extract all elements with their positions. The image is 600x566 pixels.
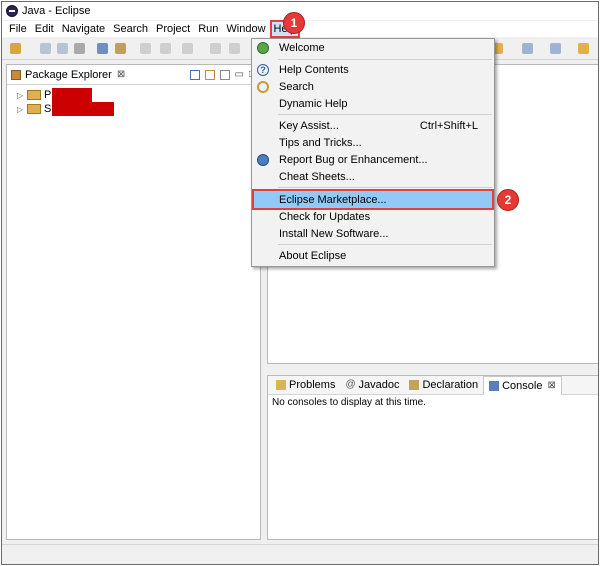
project-folder-icon <box>27 104 41 114</box>
close-icon[interactable]: ⊠ <box>547 380 555 391</box>
skip-icon[interactable] <box>210 43 221 54</box>
menu-project[interactable]: Project <box>152 22 194 36</box>
tab-declaration[interactable]: Declaration <box>404 376 483 395</box>
menu-separator <box>278 114 492 115</box>
package-explorer-panel: Package Explorer ⊠ ▭ □ ▷ P ▷ S <box>6 64 261 540</box>
close-icon[interactable]: ⊠ <box>117 69 125 80</box>
print-icon[interactable] <box>74 43 85 54</box>
tab-problems-label: Problems <box>289 379 336 391</box>
menu-item-tips-and-tricks[interactable]: Tips and Tricks... <box>252 134 494 151</box>
tab-console[interactable]: Console ⊠ <box>483 375 562 395</box>
menu-search[interactable]: Search <box>109 22 152 36</box>
menu-file[interactable]: File <box>5 22 31 36</box>
help-dropdown-menu: Welcome ? Help Contents Search Dynamic H… <box>251 38 495 267</box>
back-icon[interactable] <box>578 43 589 54</box>
refactor-icon[interactable] <box>97 43 108 54</box>
link-with-editor-icon[interactable] <box>204 69 215 80</box>
minimize-icon[interactable]: ▭ <box>235 69 244 80</box>
menu-separator <box>278 244 492 245</box>
package-explorer-actions: ▭ □ <box>189 69 261 80</box>
nav-icon[interactable] <box>182 43 193 54</box>
eclipse-logo-icon <box>6 5 18 17</box>
tree-item[interactable]: ▷ P <box>17 88 260 102</box>
expand-arrow-icon[interactable]: ▷ <box>17 91 27 100</box>
menu-item-help-contents[interactable]: ? Help Contents <box>252 61 494 78</box>
globe-icon <box>257 41 269 54</box>
menu-run[interactable]: Run <box>194 22 222 36</box>
project-tree: ▷ P ▷ S <box>7 85 260 116</box>
tab-javadoc-label: Javadoc <box>358 379 400 391</box>
window-title: Java - Eclipse <box>22 5 91 17</box>
project-label: P <box>44 89 52 101</box>
javadoc-at-icon: @ <box>345 379 356 390</box>
menu-separator <box>278 59 492 60</box>
undo-icon[interactable] <box>140 43 151 54</box>
view-menu-icon[interactable] <box>219 69 230 80</box>
console-panel: Problems @ Javadoc Declaration Console ⊠… <box>267 375 598 540</box>
menu-item-dynamic-help[interactable]: Dynamic Help <box>252 95 494 112</box>
status-bar <box>2 544 598 564</box>
tab-package-explorer[interactable]: Package Explorer ⊠ <box>11 69 125 81</box>
redo-icon[interactable] <box>160 43 171 54</box>
step-2-callout: 2 <box>497 189 519 211</box>
menu-item-cheat-sheets[interactable]: Cheat Sheets... <box>252 168 494 185</box>
declaration-icon <box>409 380 420 390</box>
menu-window[interactable]: Window <box>222 22 269 36</box>
menu-item-check-for-updates[interactable]: Check for Updates <box>252 208 494 225</box>
package-explorer-tabbar: Package Explorer ⊠ ▭ □ <box>7 65 260 85</box>
console-tabbar: Problems @ Javadoc Declaration Console ⊠ <box>268 375 598 395</box>
build-icon[interactable] <box>115 43 126 54</box>
menu-item-welcome[interactable]: Welcome <box>252 39 494 56</box>
project-folder-icon <box>27 90 41 100</box>
step-1-callout: 1 <box>283 12 305 34</box>
collapse-all-icon[interactable] <box>189 69 200 80</box>
search-icon <box>257 80 269 93</box>
menu-navigate[interactable]: Navigate <box>58 22 109 36</box>
save-icon[interactable] <box>40 43 51 54</box>
tab-javadoc[interactable]: @ Javadoc <box>340 376 404 395</box>
eclipse-window: Java - Eclipse File Edit Navigate Search… <box>1 1 599 565</box>
menu-item-search[interactable]: Search <box>252 78 494 95</box>
tab-problems[interactable]: Problems <box>271 376 340 395</box>
menu-separator <box>278 187 492 188</box>
tab-declaration-label: Declaration <box>422 379 479 391</box>
key-assist-shortcut: Ctrl+Shift+L <box>419 119 478 132</box>
console-message: No consoles to display at this time. <box>272 397 426 408</box>
package-explorer-label: Package Explorer <box>25 68 112 81</box>
package-icon <box>11 69 21 80</box>
menu-item-install-new-software[interactable]: Install New Software... <box>252 225 494 242</box>
new-icon[interactable] <box>10 43 21 54</box>
project-label: S <box>44 103 52 115</box>
bug-icon <box>257 153 269 166</box>
next-annotation-icon[interactable] <box>550 43 561 54</box>
question-icon: ? <box>257 63 269 76</box>
pause-icon[interactable] <box>229 43 240 54</box>
save-all-icon[interactable] <box>57 43 68 54</box>
menu-item-eclipse-marketplace[interactable]: Eclipse Marketplace... <box>252 189 494 210</box>
expand-arrow-icon[interactable]: ▷ <box>17 105 27 114</box>
tree-item[interactable]: ▷ S <box>17 102 260 116</box>
menu-item-report-bug[interactable]: Report Bug or Enhancement... <box>252 151 494 168</box>
tab-console-label: Console <box>502 379 543 392</box>
redaction-block <box>52 88 93 102</box>
console-icon <box>489 380 500 391</box>
annotation-icon[interactable] <box>522 43 533 54</box>
problems-icon <box>276 380 286 390</box>
menu-item-key-assist[interactable]: Key Assist... Ctrl+Shift+L <box>252 117 494 134</box>
menu-edit[interactable]: Edit <box>31 22 58 36</box>
menu-item-about-eclipse[interactable]: About Eclipse <box>252 247 494 264</box>
redaction-block <box>52 102 115 116</box>
